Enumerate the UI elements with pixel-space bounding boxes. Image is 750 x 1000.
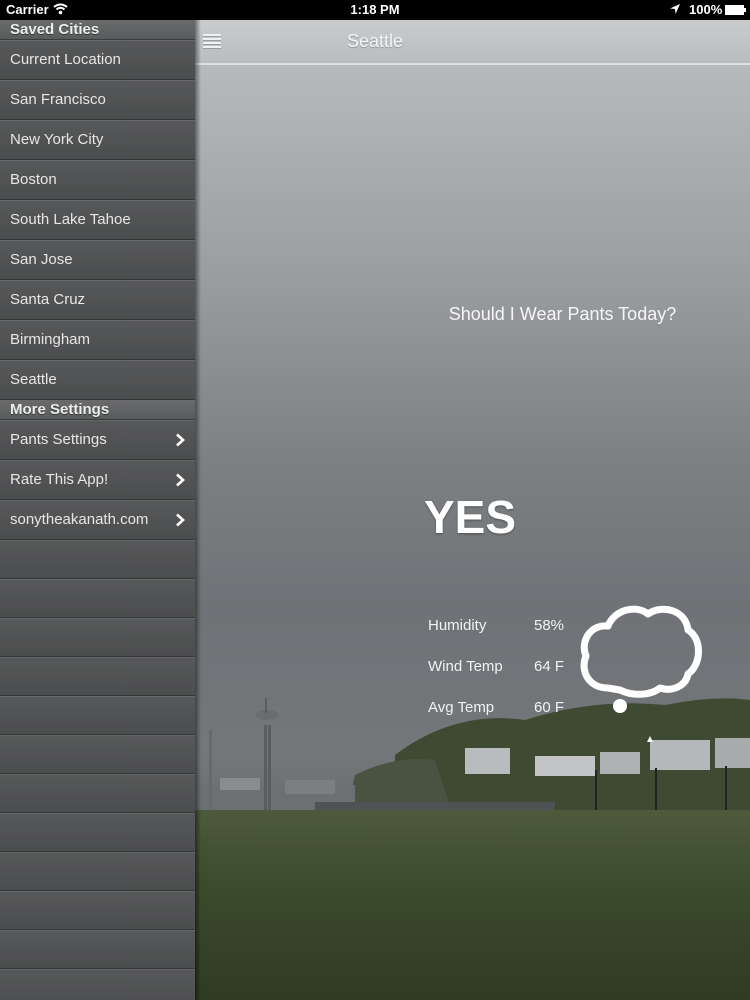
sidebar-item-website[interactable]: sonytheakanath.com [0, 500, 195, 540]
sidebar-item-label: sonytheakanath.com [10, 511, 149, 528]
empty-row [0, 657, 195, 696]
battery-icon [725, 5, 746, 15]
sidebar-item-pants-settings[interactable]: Pants Settings [0, 420, 195, 460]
chevron-right-icon [176, 473, 185, 487]
grass-field [195, 810, 750, 1000]
empty-row [0, 735, 195, 774]
sidebar-item-label: Santa Cruz [10, 291, 86, 308]
sidebar-item-birmingham[interactable]: Birmingham [0, 320, 195, 360]
sidebar-item-label: South Lake Tahoe [10, 211, 131, 228]
clock: 1:18 PM [350, 2, 400, 17]
sidebar-item-san-francisco[interactable]: San Francisco [0, 80, 195, 120]
sidebar-item-label: Current Location [10, 51, 121, 68]
empty-row [0, 618, 195, 657]
empty-row [0, 813, 195, 852]
empty-row [0, 696, 195, 735]
location-arrow-icon [670, 4, 680, 14]
stat-label: Avg Temp [428, 699, 495, 716]
sidebar-item-san-jose[interactable]: San Jose [0, 240, 195, 280]
sidebar-item-label: Boston [10, 171, 57, 188]
empty-row [0, 579, 195, 618]
battery-percentage: 100% [689, 2, 723, 17]
cloud-icon [580, 605, 702, 713]
sidebar-item-label: Pants Settings [10, 431, 107, 448]
empty-row [0, 930, 195, 969]
empty-row [0, 774, 195, 813]
sidebar-item-new-york-city[interactable]: New York City [0, 120, 195, 160]
sidebar-shadow [195, 20, 201, 1000]
question-text: Should I Wear Pants Today? [195, 304, 750, 325]
chevron-right-icon [176, 433, 185, 447]
sidebar: Saved Cities Current Location San Franci… [0, 20, 195, 1000]
sidebar-item-boston[interactable]: Boston [0, 160, 195, 200]
sidebar-item-label: San Francisco [10, 91, 106, 108]
chevron-right-icon [176, 513, 185, 527]
sidebar-item-santa-cruz[interactable]: Santa Cruz [0, 280, 195, 320]
empty-row [0, 891, 195, 930]
saved-cities-header: Saved Cities [0, 20, 195, 40]
sidebar-item-current-location[interactable]: Current Location [0, 40, 195, 80]
main-content: Seattle Should I Wear Pants Today? YES H… [195, 20, 750, 1000]
more-settings-header: More Settings [0, 400, 195, 420]
sidebar-item-rate-app[interactable]: Rate This App! [0, 460, 195, 500]
stat-label: Wind Temp [428, 658, 503, 675]
sidebar-item-seattle[interactable]: Seattle [0, 360, 195, 400]
question-label: Should I Wear Pants Today? [448, 304, 677, 324]
nav-bar: Seattle [195, 20, 750, 65]
sidebar-item-label: San Jose [10, 251, 73, 268]
empty-row [0, 540, 195, 579]
sidebar-item-label: Birmingham [10, 331, 91, 348]
empty-row [0, 969, 195, 1000]
empty-row [0, 852, 195, 891]
city-title: Seattle [346, 31, 404, 51]
status-bar: Carrier 1:18 PM 100% [0, 0, 750, 20]
sidebar-item-label: New York City [10, 131, 104, 148]
answer-text: YES [423, 491, 517, 543]
sidebar-item-label: Rate This App! [10, 471, 109, 488]
sidebar-item-south-lake-tahoe[interactable]: South Lake Tahoe [0, 200, 195, 240]
sidebar-item-label: Seattle [10, 371, 57, 388]
stat-label: Humidity [428, 617, 487, 634]
